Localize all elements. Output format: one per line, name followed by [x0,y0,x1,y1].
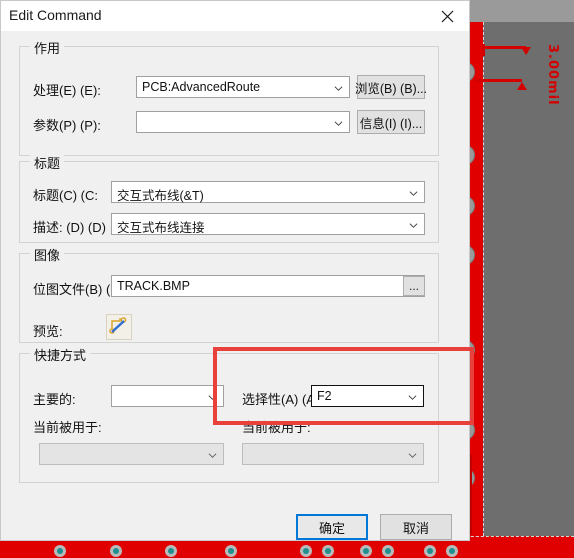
browse-button-label: 浏览(B) (B)... [354,81,428,96]
dimension-leader-bottom [482,79,522,82]
group-action-legend: 作用 [30,38,65,57]
primary-shortcut-combo[interactable] [111,385,224,407]
dimension-leader-top [482,46,526,49]
params-label: 参数(P) (P): [33,118,101,133]
bitmap-browse-button[interactable]: ... [403,276,425,296]
caption-desc-label: 描述: (D) (D) [33,220,106,235]
group-action: 作用 [19,38,439,156]
alternate-shortcut-label: 选择性(A) (A [242,392,315,407]
chevron-down-icon [334,121,343,126]
alternate-used-label: 当前被用于: [242,420,311,435]
pcb-pad [424,545,436,557]
route-trace-icon[interactable] [106,314,132,340]
preview-label: 预览: [33,324,63,339]
pcb-pad [165,545,177,557]
pcb-toolbar-strip [455,0,574,22]
cancel-button[interactable]: 取消 [380,514,452,540]
chevron-down-icon [408,395,417,400]
info-button-label: 信息(I) (I)... [359,116,423,131]
process-combo[interactable]: PCB:AdvancedRoute [136,76,350,98]
chevron-down-icon [409,191,418,196]
bitmap-file-input[interactable]: TRACK.BMP [111,275,425,297]
primary-used-label: 当前被用于: [33,420,102,435]
alternate-shortcut-value: F2 [317,389,332,403]
cancel-button-label: 取消 [402,520,429,536]
pcb-pad [54,545,66,557]
dialog-client-area: 作用 处理(E) (E): PCB:AdvancedRoute 浏览(B) (B… [1,31,469,540]
chevron-down-icon [334,86,343,91]
pcb-pad [300,545,312,557]
process-label: 处理(E) (E): [33,83,101,98]
dimension-arrow-down-icon [521,47,531,55]
params-combo[interactable] [136,111,350,133]
pcb-pad [110,545,122,557]
close-icon[interactable] [425,1,469,31]
ok-button[interactable]: 确定 [296,514,368,540]
bitmap-browse-label: ... [408,279,419,293]
dimension-label: 3.00mil [545,44,560,106]
dialog-title: Edit Command [9,7,102,23]
chevron-down-icon [408,453,417,458]
process-combo-value: PCB:AdvancedRoute [142,80,261,94]
caption-desc-combo[interactable]: 交互式布线连接 [111,213,425,235]
group-shortcut-legend: 快捷方式 [30,345,91,364]
pcb-board-outline-right [483,22,484,536]
pcb-pad [322,545,334,557]
caption-title-combo[interactable]: 交互式布线(&T) [111,181,425,203]
group-image: 图像 [19,245,439,343]
bitmap-file-value: TRACK.BMP [117,279,190,293]
chevron-down-icon [208,395,217,400]
pcb-pad [225,545,237,557]
chevron-down-icon [409,223,418,228]
dimension-arrow-up-icon [517,82,527,90]
group-image-legend: 图像 [30,245,65,264]
alternate-shortcut-combo[interactable]: F2 [311,385,424,407]
bitmap-file-label: 位图文件(B) ( [33,282,111,297]
pcb-pad [446,545,458,557]
pcb-pad [382,545,394,557]
edit-command-dialog: Edit Command 作用 处理(E) (E): PCB:AdvancedR… [0,0,470,541]
caption-title-value: 交互式布线(&T) [117,189,204,203]
info-button[interactable]: 信息(I) (I)... [357,110,425,134]
group-caption-legend: 标题 [30,153,65,172]
primary-used-combo [39,443,224,465]
alternate-used-combo [242,443,424,465]
chevron-down-icon [208,453,217,458]
primary-shortcut-label: 主要的: [33,392,76,407]
ok-button-label: 确定 [318,520,345,536]
caption-desc-value: 交互式布线连接 [117,221,205,235]
pcb-pad [360,545,372,557]
caption-title-label: 标题(C) (C: [33,188,98,203]
browse-button[interactable]: 浏览(B) (B)... [354,75,428,99]
dialog-title-bar: Edit Command [1,1,469,31]
